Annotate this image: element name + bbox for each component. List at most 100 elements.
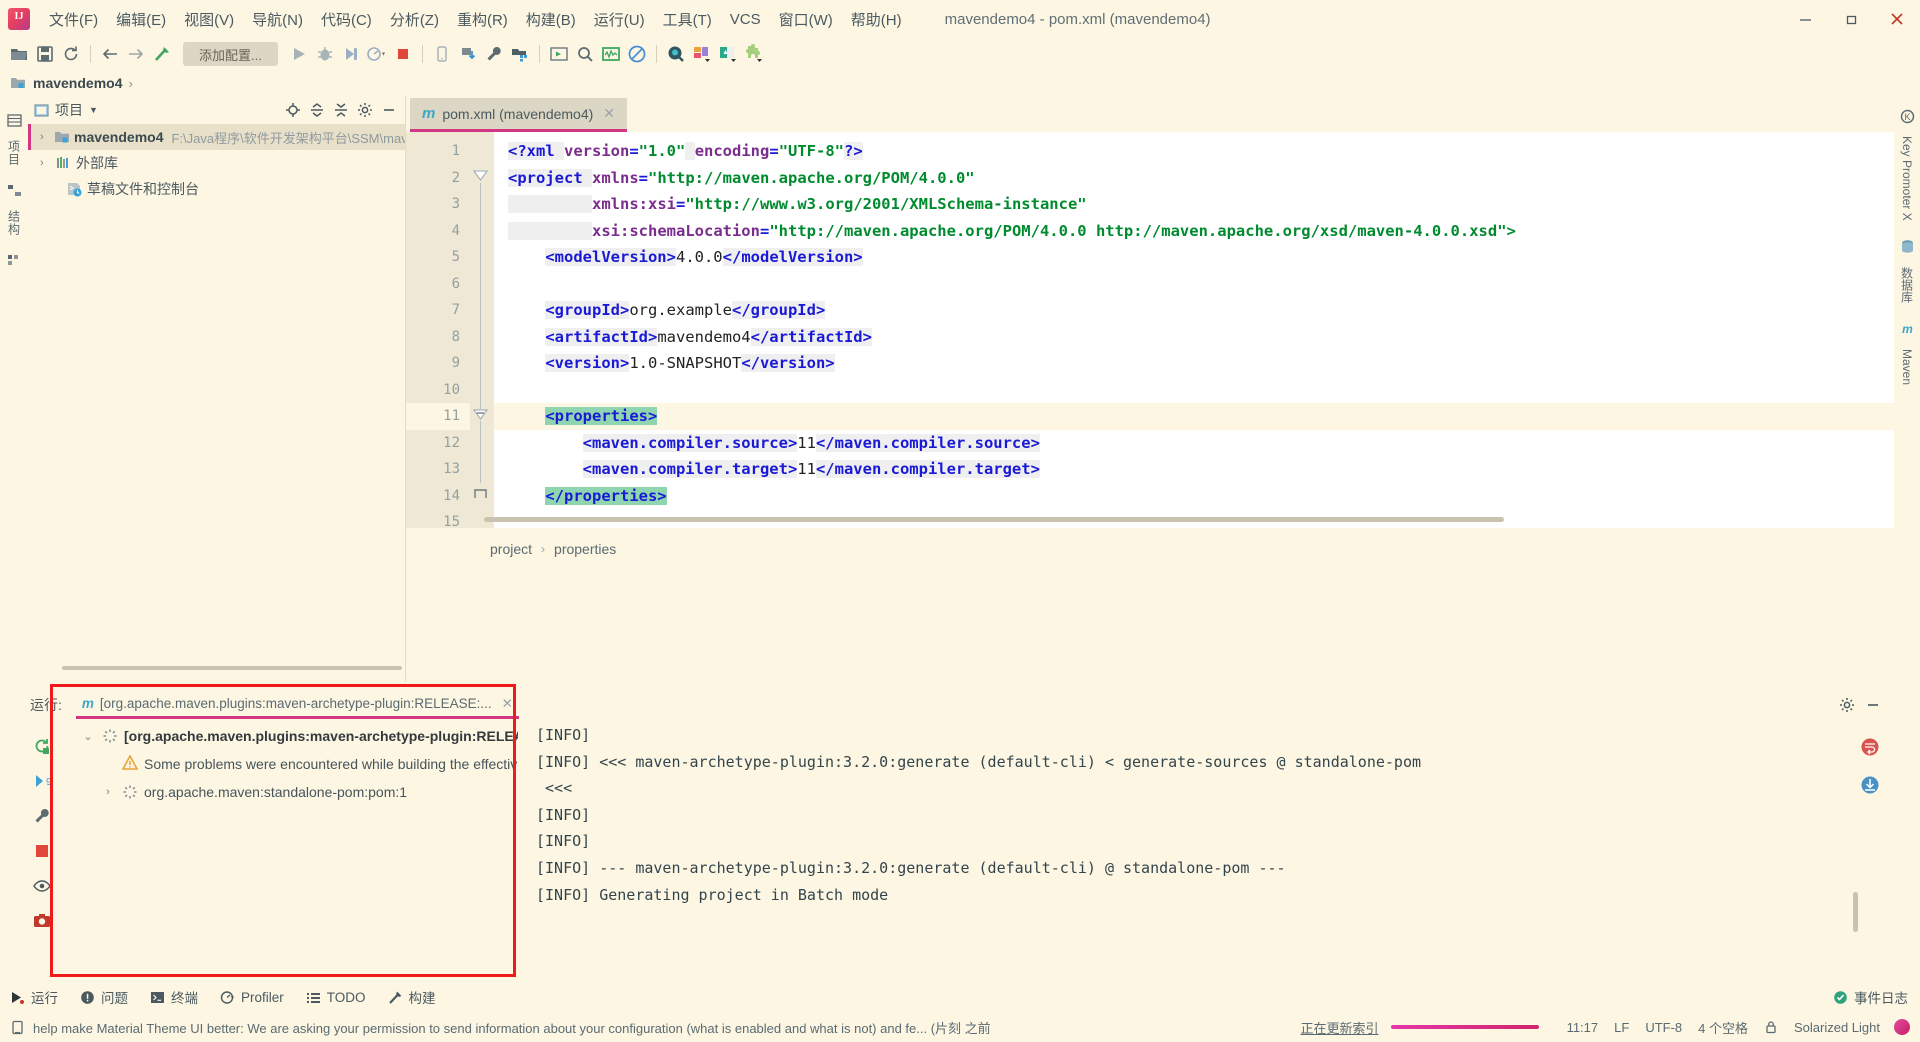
left-strip-label-structure[interactable]: 结构 [6, 210, 23, 236]
code-line-11[interactable]: <properties> [494, 403, 1920, 430]
tool-window-build[interactable]: 构建 [388, 987, 436, 1007]
resume-icon[interactable]: 9 [31, 770, 53, 792]
code-line-3[interactable]: xmlns:xsi="http://www.w3.org/2001/XMLSch… [494, 191, 1920, 218]
sdk-manager-icon[interactable] [507, 41, 533, 67]
menu-view[interactable]: 视图(V) [175, 6, 243, 33]
tool-window-run[interactable]: 运行 [10, 987, 58, 1007]
editor-code-content[interactable]: <?xml version="1.0" encoding="UTF-8"?> <p… [494, 132, 1920, 528]
menu-analyze[interactable]: 分析(Z) [381, 6, 448, 33]
lock-icon[interactable] [1764, 1020, 1778, 1034]
code-line-1[interactable]: <?xml version="1.0" encoding="UTF-8"?> [494, 138, 1920, 165]
plugin-icon[interactable] [741, 41, 767, 67]
menu-run[interactable]: 运行(U) [585, 6, 654, 33]
avatar[interactable] [1894, 1019, 1910, 1035]
settings-gear-icon[interactable] [353, 98, 377, 122]
tree-node-external-libraries[interactable]: › 外部库 [28, 150, 405, 176]
search-everywhere-icon[interactable] [663, 41, 689, 67]
hide-panel-icon[interactable] [1860, 692, 1886, 718]
menu-code[interactable]: 代码(C) [312, 6, 381, 33]
database-icon[interactable] [715, 41, 741, 67]
hide-panel-icon[interactable] [377, 98, 401, 122]
code-line-9[interactable]: <version>1.0-SNAPSHOT</version> [494, 350, 1920, 377]
camera-icon[interactable] [31, 910, 53, 932]
code-line-2[interactable]: <project xmlns="http://maven.apache.org/… [494, 165, 1920, 192]
database-icon[interactable] [1897, 237, 1917, 257]
code-line-6[interactable] [494, 271, 1920, 298]
build-tree-row[interactable]: › org.apache.maven:standalone-pom:pom:1 … [58, 778, 518, 806]
run-console-output[interactable]: [INFO] [INFO] <<< maven-archetype-plugin:… [536, 722, 1848, 954]
structure-icon[interactable] [4, 180, 24, 200]
menu-navigate[interactable]: 导航(N) [243, 6, 312, 33]
build-tree-row[interactable]: Some problems were encountered while bui… [58, 750, 518, 778]
expand-all-icon[interactable] [305, 98, 329, 122]
chevron-right-icon[interactable]: › [40, 157, 54, 169]
eye-icon[interactable] [31, 875, 53, 897]
file-encoding[interactable]: UTF-8 [1645, 1020, 1682, 1035]
rerun-icon[interactable] [31, 735, 53, 757]
close-icon[interactable]: ✕ [603, 105, 615, 122]
console-vertical-scrollbar[interactable] [1853, 892, 1858, 932]
maven-icon[interactable]: m [1897, 319, 1917, 339]
avd-download-icon[interactable] [455, 41, 481, 67]
chevron-down-icon[interactable]: ▼ [89, 105, 98, 115]
code-line-10[interactable] [494, 377, 1920, 404]
code-line-14[interactable]: </properties> [494, 483, 1920, 510]
soft-wrap-icon[interactable] [1857, 734, 1883, 760]
save-icon[interactable] [32, 41, 58, 67]
menu-window[interactable]: 窗口(W) [770, 6, 842, 33]
code-editor[interactable]: 1 2 3 4 5 6 7 8 9 10 11 12 13 14 15 <?xm… [406, 132, 1920, 528]
indexing-label[interactable]: 正在更新索引 [1301, 1018, 1379, 1037]
tree-node-scratches[interactable]: 草稿文件和控制台 [28, 176, 405, 202]
fold-end-properties[interactable] [470, 483, 494, 510]
no-entry-icon[interactable] [624, 41, 650, 67]
maximize-button[interactable] [1828, 0, 1874, 38]
chevron-down-icon[interactable]: ⌄ [80, 730, 96, 743]
indent-setting[interactable]: 4 个空格 [1698, 1018, 1748, 1037]
navbar-project-name[interactable]: mavendemo4 [33, 75, 122, 91]
tree-node-mavendemo4[interactable]: › mavendemo4 F:\Java程序\软件开发架构平台\SSM\mave… [28, 124, 405, 150]
back-arrow-icon[interactable] [97, 41, 123, 67]
theme-name[interactable]: Solarized Light [1794, 1020, 1880, 1035]
line-separator[interactable]: LF [1614, 1020, 1629, 1035]
key-promoter-icon[interactable]: K [1897, 106, 1917, 126]
search-icon[interactable] [572, 41, 598, 67]
menu-tools[interactable]: 工具(T) [654, 6, 721, 33]
menu-refactor[interactable]: 重构(R) [448, 6, 517, 33]
editor-horizontal-scrollbar[interactable] [484, 517, 1504, 522]
build-tree-row[interactable]: ⌄ [org.apache.maven.plugins:maven-archet… [58, 722, 518, 750]
sync-icon[interactable] [58, 41, 84, 67]
tool-window-problems[interactable]: 问题 [80, 987, 128, 1007]
scroll-to-end-icon[interactable] [1857, 772, 1883, 798]
menu-build[interactable]: 构建(B) [517, 6, 585, 33]
notification-icon[interactable] [10, 1020, 25, 1035]
project-panel-horizontal-scrollbar[interactable] [62, 666, 402, 670]
chevron-right-icon[interactable]: › [100, 786, 116, 798]
close-button[interactable] [1874, 0, 1920, 38]
code-line-4[interactable]: xsi:schemaLocation="http://maven.apache.… [494, 218, 1920, 245]
menu-edit[interactable]: 编辑(E) [107, 6, 175, 33]
settings-gear-icon[interactable] [1834, 692, 1860, 718]
monitor-icon[interactable] [598, 41, 624, 67]
event-log-label[interactable]: 事件日志 [1854, 987, 1908, 1007]
code-line-5[interactable]: <modelVersion>4.0.0</modelVersion> [494, 244, 1920, 271]
editor-fold-column[interactable] [470, 132, 494, 528]
code-line-8[interactable]: <artifactId>mavendemo4</artifactId> [494, 324, 1920, 351]
wrench-icon[interactable] [481, 41, 507, 67]
forward-arrow-icon[interactable] [123, 41, 149, 67]
tab-pom-xml[interactable]: m pom.xml (mavendemo4) ✕ [410, 98, 628, 132]
profile-icon[interactable] [364, 41, 390, 67]
build-hammer-icon[interactable] [149, 41, 175, 67]
status-message[interactable]: help make Material Theme UI better: We a… [33, 1018, 991, 1037]
stop-icon[interactable] [31, 840, 53, 862]
debug-icon[interactable] [312, 41, 338, 67]
layout-inspector-icon[interactable] [689, 41, 715, 67]
fold-region-properties[interactable] [470, 403, 494, 430]
left-strip-label-project[interactable]: 项目 [6, 140, 23, 166]
chevron-right-icon[interactable]: › [40, 131, 54, 143]
fold-region-project[interactable] [470, 165, 494, 191]
menu-help[interactable]: 帮助(H) [842, 6, 911, 33]
code-line-12[interactable]: <maven.compiler.source>11</maven.compile… [494, 430, 1920, 457]
run-window-icon[interactable] [546, 41, 572, 67]
project-icon[interactable] [4, 110, 24, 130]
device-manager-icon[interactable] [429, 41, 455, 67]
